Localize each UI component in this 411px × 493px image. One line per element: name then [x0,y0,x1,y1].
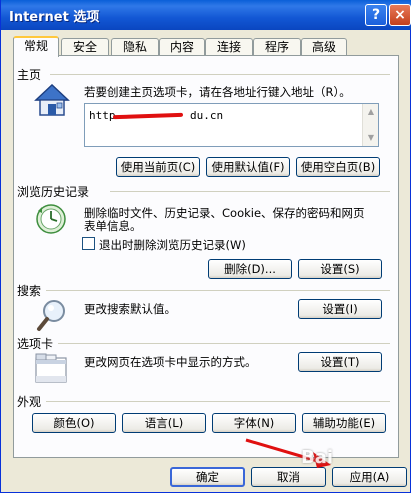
cancel-button[interactable]: 取消 [251,467,326,487]
watermark-text: Bai [301,447,334,468]
tabs-section-title: 选项卡 [17,337,54,351]
help-button[interactable]: ? [365,4,387,26]
general-tab-panel: 主页 若要创建主页选项卡，请在各地址行键入地址（R）。 http du.cn ▲… [13,55,399,458]
fonts-button[interactable]: 字体(N) [212,413,296,433]
home-address-textarea[interactable]: http du.cn ▲ ▼ [84,103,379,147]
use-blank-button[interactable]: 使用空白页(B) [296,157,380,177]
tab-privacy[interactable]: 隐私 [111,38,159,56]
colors-button[interactable]: 颜色(O) [32,413,116,433]
home-address-prefix: http [89,109,116,122]
home-address-suffix: du.cn [190,109,224,122]
history-section-title: 浏览历史记录 [17,185,90,199]
tabbed-window-icon [35,353,67,383]
scroll-down-icon[interactable]: ▼ [365,132,377,144]
search-section-title: 搜索 [17,284,42,298]
tab-connections[interactable]: 连接 [205,38,253,56]
scroll-up-icon[interactable]: ▲ [365,106,377,118]
use-current-button[interactable]: 使用当前页(C) [116,157,200,177]
apply-button[interactable]: 应用(A) [332,467,407,487]
window-title: Internet 选项 [9,10,100,25]
home-description: 若要创建主页选项卡，请在各地址行键入地址（R）。 [84,85,351,99]
title-bar[interactable]: Internet 选项 ? × [1,0,411,30]
home-section-title: 主页 [17,68,42,82]
languages-button[interactable]: 语言(L) [122,413,206,433]
internet-options-dialog: Internet 选项 ? × 常规 安全 隐私 内容 连接 程序 高级 主页 … [0,0,411,493]
home-icon [34,83,70,116]
tab-advanced[interactable]: 高级 [301,38,347,56]
accessibility-button[interactable]: 辅助功能(E) [302,413,386,433]
search-settings-button[interactable]: 设置(I) [298,299,382,319]
tabs-settings-button[interactable]: 设置(T) [298,352,382,372]
magnifier-icon [37,300,65,331]
appearance-section-title: 外观 [17,395,42,409]
tab-general[interactable]: 常规 [13,36,59,57]
history-description-line2: 表单信息。 [84,219,142,233]
history-settings-button[interactable]: 设置(S) [298,259,382,279]
ok-button[interactable]: 确定 [170,467,245,487]
divider [46,290,390,291]
search-description: 更改搜索默认值。 [84,302,176,316]
divider [58,343,390,344]
history-clock-icon [36,204,66,234]
divider [50,74,390,75]
tab-content[interactable]: 内容 [159,38,205,56]
redaction-mark [112,112,184,120]
divider [110,191,390,192]
use-default-button[interactable]: 使用默认值(F) [206,157,290,177]
address-scrollbar[interactable]: ▲ ▼ [362,104,378,146]
close-button[interactable]: × [389,4,411,26]
divider [46,401,390,402]
delete-on-exit-label[interactable]: 退出时删除浏览历史记录(W) [99,237,246,253]
delete-on-exit-checkbox[interactable] [82,237,95,250]
tab-security[interactable]: 安全 [61,38,109,56]
tab-programs[interactable]: 程序 [253,38,301,56]
delete-history-button[interactable]: 删除(D)... [208,259,292,279]
tabs-description: 更改网页在选项卡中显示的方式。 [84,355,257,369]
